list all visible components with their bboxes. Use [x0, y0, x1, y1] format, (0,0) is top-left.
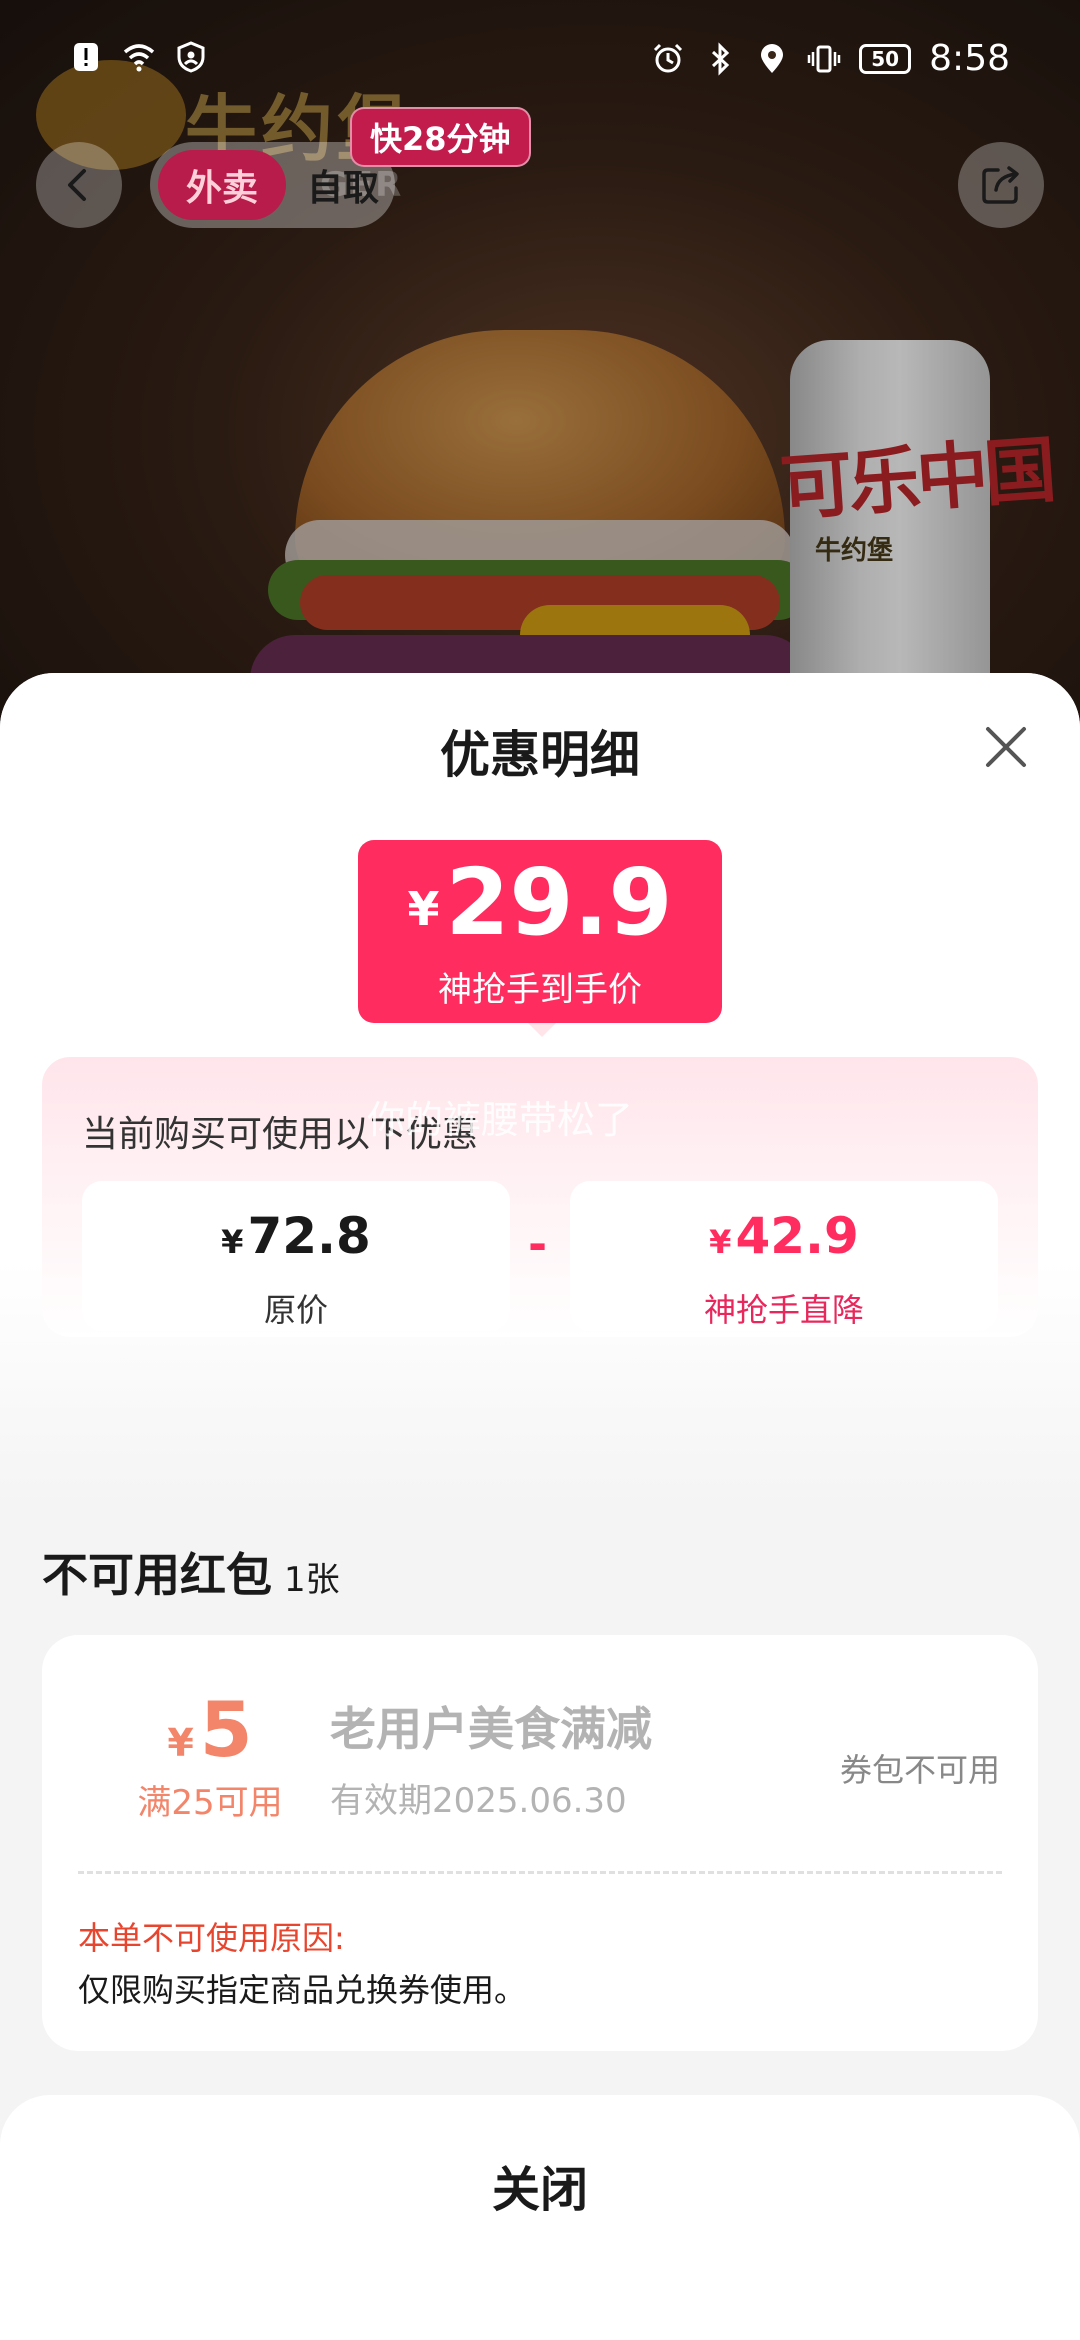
wifi-icon	[123, 44, 155, 72]
reduction-card: ¥42.9 神抢手直降	[570, 1181, 998, 1331]
share-icon	[982, 166, 1019, 204]
reduction-label: 神抢手直降	[703, 1291, 864, 1329]
original-price-label: 原价	[263, 1291, 328, 1329]
coupon-name: 老用户美食满减	[330, 1702, 652, 1756]
vibrate-icon	[807, 45, 841, 72]
price-pointer	[528, 1023, 556, 1037]
original-price-card: ¥72.8 原价	[82, 1181, 510, 1331]
reduction-amount: ¥42.9	[570, 1207, 998, 1265]
discount-detail-sheet: 优惠明细 ¥29.9 神抢手到手价 当前购买可使用以下优惠 你的裤腰带松了 ¥7…	[0, 673, 1080, 2340]
status-time: 8:58	[929, 38, 1010, 79]
reason-text: 仅限购买指定商品兑换券使用。	[78, 1971, 527, 2009]
final-price-label: 神抢手到手价	[438, 970, 642, 1010]
currency-symbol: ¥	[167, 1721, 194, 1765]
reduction-value: 42.9	[735, 1207, 859, 1265]
close-button[interactable]: 关闭	[340, 2135, 740, 2235]
final-price: ¥29.9	[358, 848, 722, 964]
close-icon[interactable]	[980, 721, 1032, 773]
coupon-amount: ¥5	[100, 1685, 320, 1774]
coupon-expiry: 有效期2025.06.30	[330, 1781, 627, 1821]
dashed-divider	[78, 1871, 1002, 1874]
location-icon	[761, 43, 784, 73]
coupon-condition: 满25可用	[137, 1783, 283, 1823]
minus-operator: -	[528, 1217, 548, 1271]
coupon-amount-value: 5	[199, 1685, 253, 1774]
reason-title: 本单不可使用原因:	[78, 1919, 345, 1957]
final-price-box: ¥29.9 神抢手到手价	[358, 840, 722, 1023]
tab-delivery[interactable]: 外卖	[158, 150, 286, 220]
share-button[interactable]	[958, 142, 1044, 228]
final-price-amount: 29.9	[445, 849, 673, 956]
sheet-footer: 关闭	[0, 2095, 1080, 2340]
back-button[interactable]	[36, 142, 122, 228]
battery-icon: 50	[859, 43, 912, 74]
unusable-count: 1张	[284, 1560, 340, 1600]
original-price-amount: 72.8	[247, 1207, 371, 1265]
alert-icon	[74, 43, 98, 71]
discount-panel: 当前购买可使用以下优惠 你的裤腰带松了 ¥72.8 原价 - ¥42.9 神抢手…	[42, 1057, 1038, 1337]
vpn-shield-icon	[177, 41, 205, 73]
chevron-left-icon	[68, 169, 86, 201]
unusable-coupons-title: 不可用红包 1张	[42, 1539, 340, 1605]
status-bar: 50 8:58	[0, 0, 1080, 120]
currency-symbol: ¥	[407, 881, 440, 936]
sheet-title: 优惠明细	[440, 726, 640, 784]
original-price: ¥72.8	[82, 1207, 510, 1265]
watermark-text: 你的裤腰带松了	[367, 1098, 634, 1142]
eta-badge: 快28分钟	[350, 107, 531, 167]
bluetooth-icon	[712, 41, 730, 76]
currency-symbol: ¥	[221, 1223, 244, 1261]
currency-symbol: ¥	[709, 1223, 732, 1261]
coupon-status: 券包不可用	[839, 1751, 1000, 1789]
alarm-icon	[654, 43, 683, 72]
coupon-card[interactable]: ¥5 满25可用 老用户美食满减 有效期2025.06.30 券包不可用 本单不…	[42, 1635, 1038, 2051]
unusable-title-text: 不可用红包	[42, 1548, 272, 1602]
